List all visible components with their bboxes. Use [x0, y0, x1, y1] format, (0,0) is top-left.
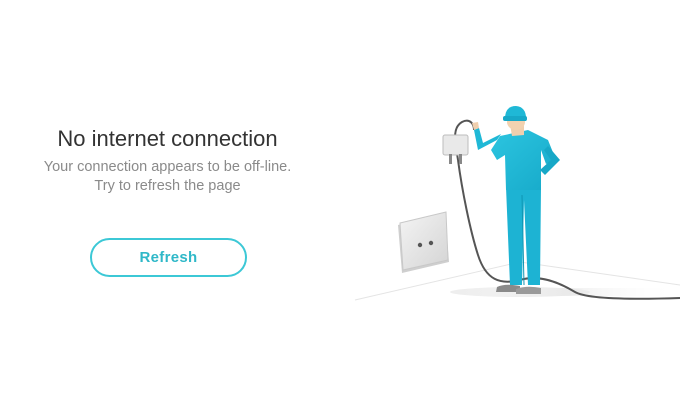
refresh-button[interactable]: Refresh: [90, 238, 247, 277]
unplugged-worker-illustration: [354, 106, 680, 301]
error-message-line-1: Your connection appears to be off-line.: [43, 159, 292, 175]
power-cable: [457, 159, 680, 300]
plug-icon: [442, 134, 469, 164]
error-title: No internet connection: [57, 126, 278, 151]
error-message-line-2: Try to refresh the page: [94, 178, 241, 194]
offline-message-panel: No internet connection Your connection a…: [0, 0, 335, 402]
wall-outlet-icon: [398, 211, 449, 273]
error-message: Your connection appears to be off-line. …: [0, 158, 335, 196]
